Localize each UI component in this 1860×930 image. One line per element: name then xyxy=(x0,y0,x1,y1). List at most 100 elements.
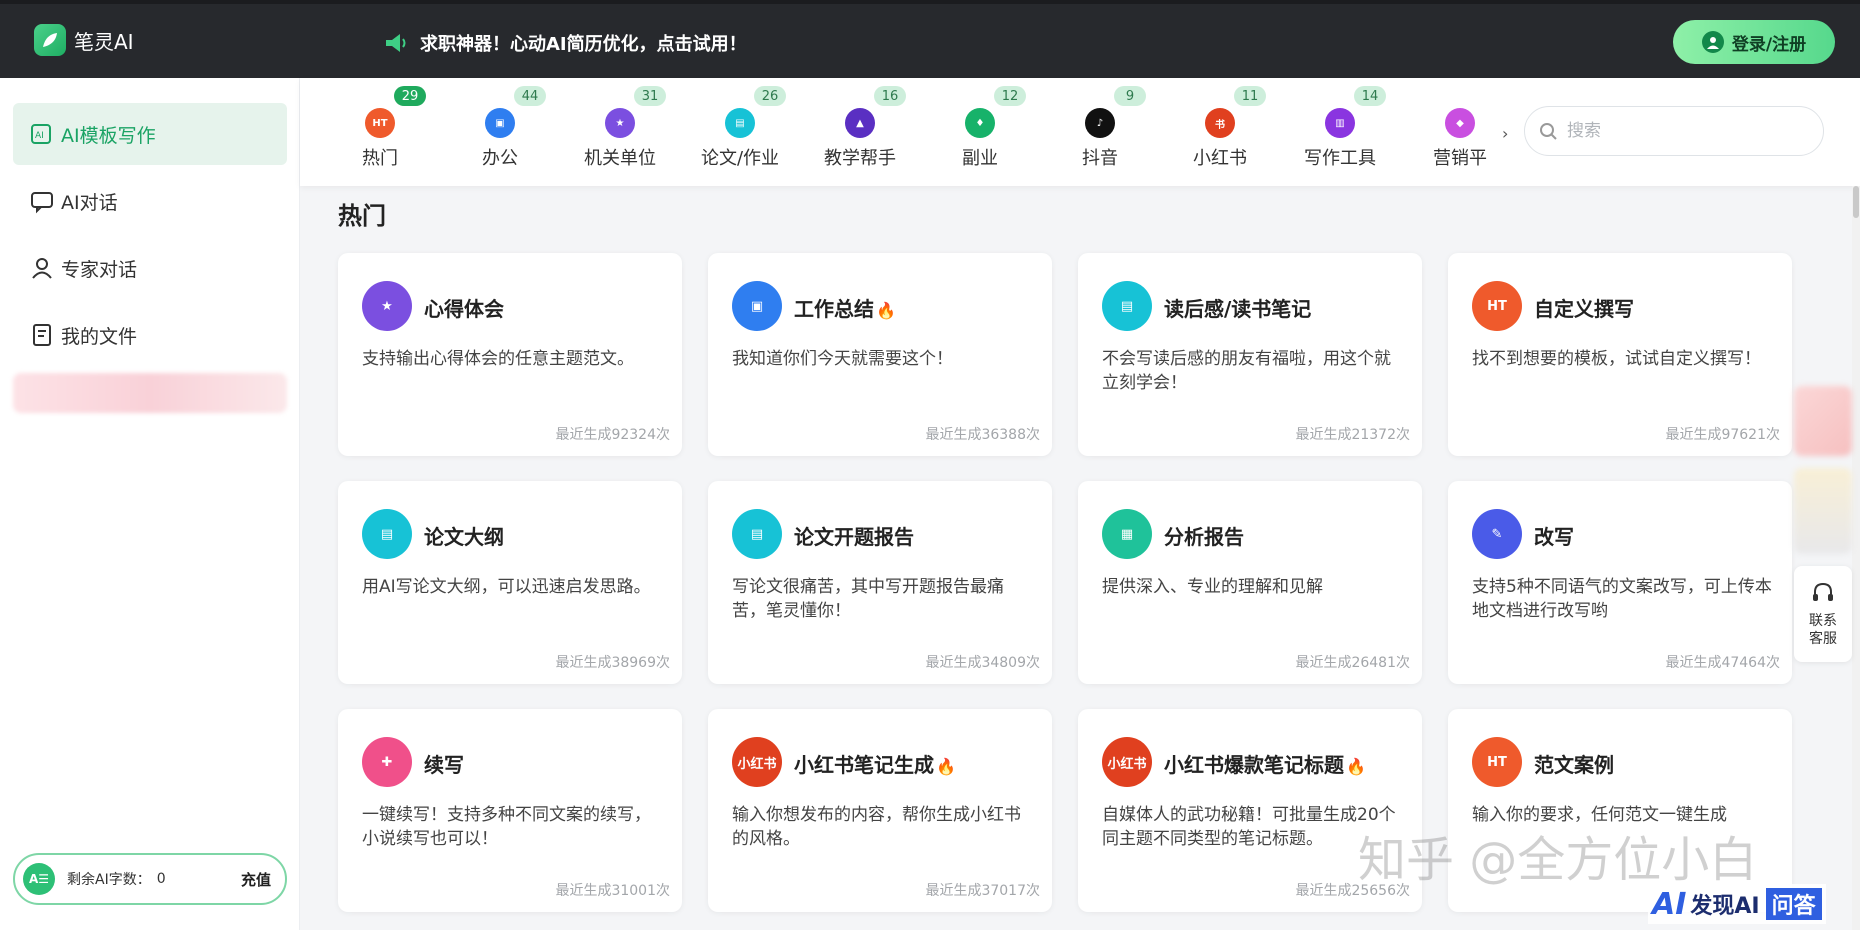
card-title-text: 续写 xyxy=(424,753,464,777)
count-badge: 14 xyxy=(1354,86,1386,106)
sidebar-item-label: 专家对话 xyxy=(61,258,138,281)
megaphone-icon xyxy=(386,34,406,52)
watermark-name: 发现AI xyxy=(1690,894,1760,919)
card-title-text: 自定义撰写 xyxy=(1534,297,1634,321)
card-title: 改写 xyxy=(1534,521,1574,550)
scrollbar-thumb[interactable] xyxy=(1853,186,1859,218)
sidebar-item-my-files[interactable]: 我的文件 xyxy=(13,304,287,366)
blurred-promo-item[interactable] xyxy=(13,373,287,413)
category-tab[interactable]: 44 ▣ 办公 xyxy=(440,78,560,186)
template-card[interactable]: ★ 心得体会 支持输出心得体会的任意主题范文。 最近生成92324次 xyxy=(338,253,682,456)
ai-template-icon: AI xyxy=(31,124,51,144)
xiaohongshu-icon: 小红书 xyxy=(732,737,782,787)
flame-icon: 🔥 xyxy=(936,757,956,776)
template-card[interactable]: ✎ 改写 支持5种不同语气的文案改写，可上传本地文档进行改写哟 最近生成47464次 xyxy=(1448,481,1792,684)
chat-icon xyxy=(31,192,53,214)
card-description: 提供深入、专业的理解和见解 xyxy=(1102,577,1323,597)
card-title-text: 小红书爆款笔记标题 xyxy=(1164,753,1344,777)
scrollbar-track[interactable] xyxy=(1852,186,1860,930)
card-usage-count: 最近生成92324次 xyxy=(555,427,670,443)
blurred-float-widget[interactable] xyxy=(1794,386,1852,456)
card-title-text: 论文大纲 xyxy=(424,525,504,549)
watermark-qa: 问答 xyxy=(1765,888,1822,920)
xiaohongshu-icon: 小红书 xyxy=(1102,737,1152,787)
card-title: 小红书爆款笔记标题 🔥 xyxy=(1164,749,1366,778)
sidebar-item-ai-chat[interactable]: AI对话 xyxy=(13,170,287,232)
tag-icon: ◆ xyxy=(1445,108,1475,138)
app-logo[interactable]: 笔灵AI xyxy=(34,24,134,56)
book-icon: ▤ xyxy=(362,509,412,559)
card-title-text: 分析报告 xyxy=(1164,525,1244,549)
category-label: 小红书 xyxy=(1193,148,1247,169)
card-description: 输入你想发布的内容，帮你生成小红书的风格。 xyxy=(732,805,1021,849)
category-tab[interactable]: 26 ▤ 论文/作业 xyxy=(680,78,800,186)
count-badge: 12 xyxy=(994,86,1026,106)
card-title: 论文开题报告 xyxy=(794,521,914,550)
user-icon xyxy=(1701,31,1724,53)
service-label: 联系客服 xyxy=(1809,613,1837,647)
category-tab[interactable]: 31 ★ 机关单位 xyxy=(560,78,680,186)
sidebar: AI AI模板写作 AI对话 专家对话 我的文件 A☰ 剩余AI字数： 0 充值 xyxy=(0,78,300,930)
count-badge: 29 xyxy=(394,86,426,106)
customer-service-button[interactable]: 联系客服 xyxy=(1794,566,1852,662)
category-tab[interactable]: 29 HT 热门 xyxy=(320,78,440,186)
template-card[interactable]: HT 自定义撰写 找不到想要的模板，试试自定义撰写！ 最近生成97621次 xyxy=(1448,253,1792,456)
continue-writing-icon: ✚ xyxy=(362,737,412,787)
sidebar-item-label: AI对话 xyxy=(61,191,118,214)
template-card[interactable]: ▦ 分析报告 提供深入、专业的理解和见解 最近生成26481次 xyxy=(1078,481,1422,684)
book-icon: ▤ xyxy=(732,509,782,559)
template-card[interactable]: ▣ 工作总结 🔥 我知道你们今天就需要这个！ 最近生成36388次 xyxy=(708,253,1052,456)
category-label: 热门 xyxy=(362,148,398,169)
card-title: 读后感/读书笔记 xyxy=(1164,293,1311,322)
card-title: 分析报告 xyxy=(1164,521,1244,550)
card-description: 自媒体人的武功秘籍！可批量生成20个同主题不同类型的笔记标题。 xyxy=(1102,805,1396,849)
template-card[interactable]: ▤ 论文开题报告写论文很痛苦，其中写开题报告最痛苦，笔灵懂你！ 最近生成34809次 xyxy=(708,481,1052,684)
category-tab[interactable]: 11 书小红书 xyxy=(1160,78,1280,186)
category-label: 写作工具 xyxy=(1304,148,1376,169)
hot-flame-icon: HT xyxy=(365,108,395,138)
sidebar-item-label: AI模板写作 xyxy=(61,124,156,147)
book-icon: ▤ xyxy=(1102,281,1152,331)
category-tab[interactable]: 16 ▲ 教学帮手 xyxy=(800,78,920,186)
card-title-text: 读后感/读书笔记 xyxy=(1164,297,1312,321)
search-icon xyxy=(1540,123,1557,140)
card-description: 一键续写！支持多种不同文案的续写，小说续写也可以！ xyxy=(362,805,651,849)
card-description: 写论文很痛苦，其中写开题报告最痛苦，笔灵懂你！ xyxy=(732,577,1004,621)
category-label: 教学帮手 xyxy=(824,148,896,169)
login-register-button[interactable]: 登录/注册 xyxy=(1673,20,1835,64)
card-title: 论文大纲 xyxy=(424,521,504,550)
category-label: 机关单位 xyxy=(584,148,656,169)
app-name: 笔灵AI xyxy=(74,29,134,54)
card-description: 我知道你们今天就需要这个！ xyxy=(732,349,953,369)
template-card[interactable]: ✚ 续写一键续写！支持多种不同文案的续写，小说续写也可以！ 最近生成31001次 xyxy=(338,709,682,912)
sidebar-item-expert-chat[interactable]: 专家对话 xyxy=(13,237,287,299)
promo-banner[interactable]: 求职神器！心动AI简历优化，点击试用！ xyxy=(384,30,747,56)
blurred-float-widget[interactable] xyxy=(1794,468,1852,554)
card-description: 用AI写论文大纲，可以迅速启发思路。 xyxy=(362,577,651,597)
recharge-button[interactable]: 充值 xyxy=(241,869,271,890)
category-label: 论文/作业 xyxy=(700,148,780,169)
category-label: 副业 xyxy=(962,148,998,169)
card-usage-count: 最近生成31001次 xyxy=(555,883,670,899)
book-icon: ▤ xyxy=(725,108,755,138)
file-icon xyxy=(33,324,51,346)
card-usage-count: 最近生成34809次 xyxy=(925,655,1040,671)
card-description: 支持输出心得体会的任意主题范文。 xyxy=(362,349,634,369)
category-tab[interactable]: 12 ♦ 副业 xyxy=(920,78,1040,186)
template-card[interactable]: ▤ 读后感/读书笔记 不会写读后感的朋友有福啦，用这个就立刻学会！ 最近生成21372… xyxy=(1078,253,1422,456)
chevron-right-icon[interactable]: › xyxy=(1502,124,1508,143)
expert-icon xyxy=(32,258,52,279)
category-tab[interactable]: 14 ▥ 写作工具 xyxy=(1280,78,1400,186)
search-box[interactable] xyxy=(1524,106,1824,156)
sidebar-item-ai-template[interactable]: AI AI模板写作 xyxy=(13,103,287,165)
template-card[interactable]: ▤ 论文大纲 用AI写论文大纲，可以迅速启发思路。 最近生成38969次 xyxy=(338,481,682,684)
leaf-logo-icon xyxy=(34,24,66,56)
card-title-text: 工作总结 xyxy=(794,297,874,321)
sidebar-item-label: 我的文件 xyxy=(61,325,138,348)
card-title: 续写 xyxy=(424,749,464,778)
watermark-text: 知乎 @全方位小白 xyxy=(1358,832,1758,888)
category-tab[interactable]: 9 ♪ 抖音 xyxy=(1040,78,1160,186)
card-usage-count: 最近生成36388次 xyxy=(925,427,1040,443)
search-input[interactable] xyxy=(1567,121,1787,141)
template-card[interactable]: 小红书 小红书笔记生成 🔥 输入你想发布的内容，帮你生成小红书的风格。 最近生成3701… xyxy=(708,709,1052,912)
